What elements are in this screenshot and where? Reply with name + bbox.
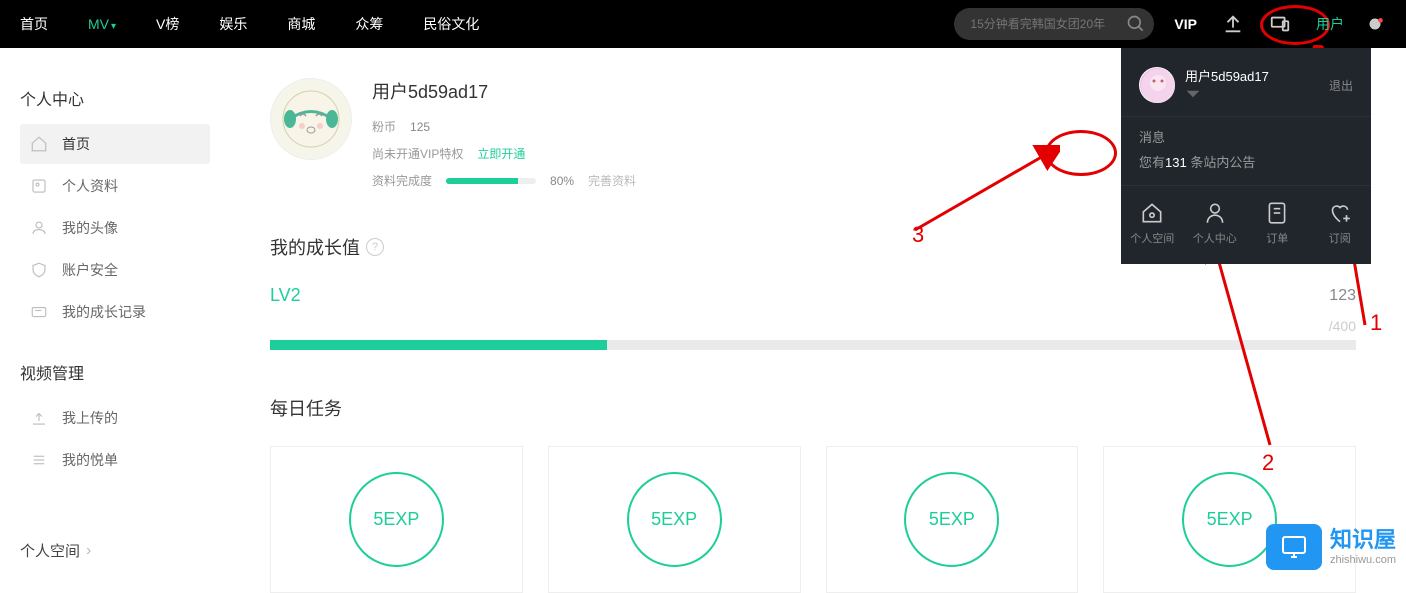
- exp-badge: 5EXP: [627, 472, 722, 567]
- dropdown-username: 用户5d59ad17: [1185, 66, 1329, 85]
- person-icon: [1202, 200, 1228, 226]
- profile-icon: [30, 177, 48, 195]
- watermark: 知识屋 zhishiwu.com: [1266, 524, 1396, 570]
- completion-label: 资料完成度: [372, 172, 432, 189]
- task-card[interactable]: 5EXP: [270, 446, 523, 593]
- completion-bar: [446, 178, 536, 184]
- msg-count: 131: [1165, 155, 1187, 170]
- avatar-icon: [30, 219, 48, 237]
- task-card[interactable]: 5EXP: [826, 446, 1079, 593]
- task-card[interactable]: 5EXP: [1103, 446, 1356, 593]
- house-icon: [1139, 200, 1165, 226]
- sidebar-item-label: 我的悦单: [62, 450, 118, 470]
- search-icon[interactable]: [1126, 14, 1146, 34]
- nav-home[interactable]: 首页: [20, 14, 48, 34]
- diamond-icon: [1185, 89, 1201, 99]
- record-icon[interactable]: [1364, 13, 1386, 35]
- dropdown-icon-label: 订阅: [1329, 230, 1351, 246]
- sidebar-item-label: 个人资料: [62, 176, 118, 196]
- nav-crowd[interactable]: 众筹: [355, 14, 383, 34]
- sidebar: 个人中心 首页 个人资料 我的头像 账户安全 我的成长记录 视频管理 我上传的: [0, 48, 210, 593]
- sidebar-space-link[interactable]: 个人空间: [20, 530, 210, 571]
- exp-badge: 5EXP: [349, 472, 444, 567]
- exp-badge: 5EXP: [904, 472, 999, 567]
- nav-culture[interactable]: 民俗文化: [423, 14, 479, 34]
- record-icon: [30, 303, 48, 321]
- watermark-url: zhishiwu.com: [1330, 554, 1396, 567]
- exp-badge: 5EXP: [1182, 472, 1277, 567]
- vip-open-link[interactable]: 立即开通: [477, 145, 525, 162]
- growth-level: LV2: [270, 285, 301, 306]
- completion-pct: 80%: [550, 174, 574, 188]
- devices-icon[interactable]: [1269, 13, 1291, 35]
- watermark-icon: [1266, 524, 1322, 570]
- nav-mv[interactable]: MV: [88, 16, 116, 32]
- sidebar-item-home[interactable]: 首页: [20, 124, 210, 164]
- tasks-title: 每日任务: [270, 395, 1356, 421]
- user-avatar[interactable]: [270, 78, 352, 160]
- sidebar-item-playlist[interactable]: 我的悦单: [20, 440, 210, 480]
- sidebar-section-personal: 个人中心: [20, 78, 210, 118]
- logout-link[interactable]: 退出: [1329, 77, 1353, 94]
- nav-shop[interactable]: 商城: [287, 14, 315, 34]
- sidebar-item-label: 我的头像: [62, 218, 118, 238]
- avatar-cartoon: [278, 86, 344, 152]
- upload-icon[interactable]: [1222, 13, 1244, 35]
- search-input[interactable]: [970, 17, 1126, 31]
- dropdown-icon-label: 个人中心: [1193, 230, 1237, 246]
- growth-max: /400: [270, 318, 1356, 334]
- dropdown-space[interactable]: 个人空间: [1121, 194, 1184, 252]
- nav-ent[interactable]: 娱乐: [219, 14, 247, 34]
- dropdown-icon-label: 个人空间: [1130, 230, 1174, 246]
- growth-progress: [270, 340, 1356, 350]
- user-dropdown: 用户5d59ad17 退出 消息 您有131 条站内公告 个人空间 个人中心 订…: [1121, 48, 1371, 264]
- sidebar-item-label: 我上传的: [62, 408, 118, 428]
- nav: 首页 MV V榜 娱乐 商城 众筹 民俗文化: [20, 14, 954, 34]
- watermark-title: 知识屋: [1330, 527, 1396, 553]
- shield-icon: [30, 261, 48, 279]
- coin-value: 125: [410, 120, 430, 134]
- growth-current: 123: [1329, 287, 1356, 305]
- vip-link[interactable]: VIP: [1174, 16, 1197, 32]
- vip-status: 尚未开通VIP特权: [372, 145, 463, 162]
- sidebar-item-security[interactable]: 账户安全: [20, 250, 210, 290]
- dropdown-icon-label: 订单: [1266, 230, 1288, 246]
- msg-prefix: 您有: [1139, 155, 1165, 170]
- coin-label: 粉币: [372, 118, 396, 135]
- sidebar-section-video: 视频管理: [20, 352, 210, 392]
- dropdown-messages[interactable]: 消息 您有131 条站内公告: [1121, 116, 1371, 185]
- sidebar-item-profile[interactable]: 个人资料: [20, 166, 210, 206]
- task-card[interactable]: 5EXP: [548, 446, 801, 593]
- sidebar-item-label: 首页: [62, 134, 90, 154]
- dropdown-subscribe[interactable]: 订阅: [1309, 194, 1372, 252]
- sidebar-item-growth[interactable]: 我的成长记录: [20, 292, 210, 332]
- sidebar-item-avatar[interactable]: 我的头像: [20, 208, 210, 248]
- msg-suffix: 条站内公告: [1187, 155, 1256, 170]
- sidebar-item-uploads[interactable]: 我上传的: [20, 398, 210, 438]
- heart-plus-icon: [1327, 200, 1353, 226]
- list-icon: [30, 451, 48, 469]
- nav-vbang[interactable]: V榜: [156, 14, 179, 34]
- task-grid: 5EXP 5EXP 5EXP 5EXP: [270, 446, 1356, 593]
- complete-profile-link[interactable]: 完善资料: [588, 172, 636, 189]
- home-icon: [30, 135, 48, 153]
- help-icon[interactable]: ?: [366, 238, 384, 256]
- document-icon: [1264, 200, 1290, 226]
- dropdown-orders[interactable]: 订单: [1246, 194, 1309, 252]
- sidebar-item-label: 账户安全: [62, 260, 118, 280]
- dropdown-avatar[interactable]: [1139, 67, 1175, 103]
- dropdown-center[interactable]: 个人中心: [1184, 194, 1247, 252]
- user-menu-trigger[interactable]: 用户: [1316, 14, 1344, 34]
- sidebar-item-label: 我的成长记录: [62, 302, 146, 322]
- search-box[interactable]: [954, 8, 1154, 40]
- msg-title: 消息: [1139, 127, 1353, 146]
- upload-icon: [30, 409, 48, 427]
- topbar: 首页 MV V榜 娱乐 商城 众筹 民俗文化 VIP 用户: [0, 0, 1406, 48]
